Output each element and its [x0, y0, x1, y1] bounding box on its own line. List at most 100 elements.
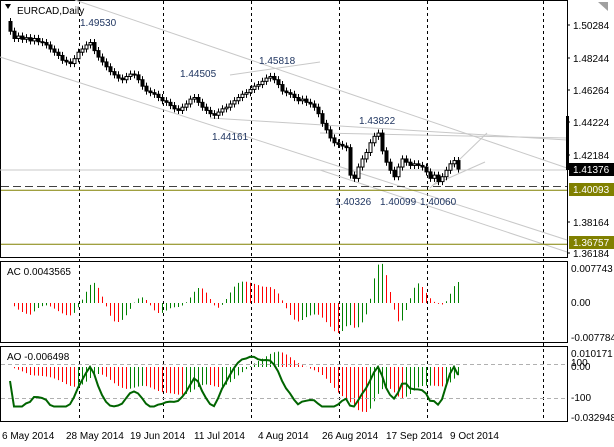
- ac-title: AC 0.0043565: [7, 267, 71, 278]
- bid-marker: [566, 116, 569, 170]
- chart-title: EURCAD,Daily: [17, 6, 84, 17]
- candle-body: [156, 93, 161, 99]
- ao-tick: 0.00: [571, 362, 591, 373]
- annotation-high: 1.45818: [259, 56, 296, 67]
- candle-body: [92, 42, 97, 52]
- annotation-low: 1.40060: [420, 197, 457, 208]
- candle-body: [456, 160, 461, 170]
- candle-body: [296, 97, 301, 102]
- candle: [348, 144, 353, 179]
- candle-body: [8, 21, 13, 32]
- candle-body: [384, 150, 389, 163]
- candle-body: [368, 142, 373, 153]
- current-price-label: 1.41376: [573, 165, 610, 176]
- date-tick: 11 Jul 2014: [194, 431, 245, 442]
- candle-body: [100, 56, 105, 63]
- candle-body: [316, 106, 321, 115]
- date-tick: 4 Aug 2014: [258, 431, 309, 442]
- ao-tick: -0.032948: [571, 413, 614, 424]
- candle-body: [108, 66, 113, 73]
- price-tick: 1.44224: [573, 118, 610, 129]
- date-tick: 6 May 2014: [2, 431, 55, 442]
- candle-body: [132, 73, 137, 76]
- annotation-high: 1.49530: [80, 18, 117, 29]
- candle-body: [200, 101, 205, 108]
- candle-body: [416, 163, 421, 166]
- ao-axis: 0.010171 100 0.00 -100 -0.032948: [571, 349, 614, 424]
- price-tick: 1.46264: [573, 86, 610, 97]
- level-price-label: 1.36757: [573, 238, 610, 249]
- date-axis[interactable]: 6 May 2014 28 May 2014 19 Jun 2014 11 Ju…: [2, 431, 499, 442]
- candle-body: [444, 169, 449, 178]
- price-axis[interactable]: 1.50284 1.48244 1.46264 1.44224 1.42184 …: [566, 21, 614, 260]
- candle-body: [148, 90, 153, 94]
- level-price-label: 1.40093: [573, 185, 610, 196]
- candle-body: [52, 48, 57, 53]
- candle-body: [184, 103, 189, 108]
- candle-body: [188, 98, 193, 105]
- candle-body: [396, 166, 401, 178]
- candle-body: [44, 42, 49, 46]
- annotation-high: 1.43822: [359, 116, 396, 127]
- candle-body: [336, 142, 341, 145]
- candle-body: [256, 84, 261, 87]
- annotation-low: 1.40099: [380, 197, 417, 208]
- candle-body: [128, 73, 133, 77]
- candle-body: [164, 100, 169, 103]
- annotation-high: 1.44505: [180, 69, 217, 80]
- ac-panel[interactable]: [0, 261, 568, 343]
- price-tick: 1.50284: [573, 21, 610, 32]
- candle-body: [380, 132, 385, 152]
- candle-body: [60, 54, 65, 61]
- candle-body: [244, 92, 249, 95]
- main-panel[interactable]: [0, 0, 568, 258]
- candle-body: [392, 169, 397, 178]
- candle-body: [292, 93, 297, 99]
- candle-body: [120, 77, 125, 81]
- corner-triangle-icon[interactable]: [598, 2, 608, 11]
- price-tick: 1.36184: [573, 249, 610, 260]
- candle-body: [320, 113, 325, 124]
- candle-body: [348, 147, 353, 176]
- candle-body: [288, 92, 293, 95]
- candle-body: [208, 109, 213, 115]
- candle-body: [388, 161, 393, 171]
- candle-body: [376, 132, 381, 137]
- candle-body: [172, 105, 177, 110]
- candle-body: [48, 44, 53, 50]
- candle-body: [308, 101, 313, 105]
- candle-body: [176, 108, 181, 111]
- candle-body: [412, 163, 417, 166]
- candle-body: [284, 90, 289, 94]
- candle-body: [236, 97, 241, 102]
- candle-body: [168, 101, 173, 107]
- candle-body: [88, 42, 93, 46]
- candle-body: [28, 37, 33, 42]
- candle-body: [84, 44, 89, 50]
- candle-body: [240, 93, 245, 99]
- candle-body: [404, 158, 409, 163]
- candle-body: [408, 161, 413, 166]
- candle-body: [196, 97, 201, 103]
- date-tick: 17 Sep 2014: [386, 431, 443, 442]
- candle-body: [32, 37, 37, 42]
- candle-body: [136, 74, 141, 81]
- annotation-low: 1.44161: [212, 132, 249, 143]
- candle-body: [160, 97, 165, 102]
- candle-body: [440, 176, 445, 183]
- candle-body: [424, 166, 429, 173]
- candle-body: [76, 51, 81, 60]
- candle-body: [268, 75, 273, 79]
- candle-body: [420, 164, 425, 168]
- price-tick: 1.48244: [573, 54, 610, 65]
- price-tick: 1.42184: [573, 151, 610, 162]
- date-tick: 9 Oct 2014: [450, 431, 499, 442]
- candle-body: [324, 122, 329, 131]
- candle-body: [152, 92, 157, 95]
- trading-chart[interactable]: EURCAD,Daily AC 0.0043565 AO -0.006498 1…: [0, 0, 614, 447]
- candle-body: [228, 103, 233, 108]
- candle-body: [104, 61, 109, 68]
- candle-body: [80, 48, 85, 53]
- candle-body: [68, 61, 73, 65]
- candle-body: [312, 103, 317, 108]
